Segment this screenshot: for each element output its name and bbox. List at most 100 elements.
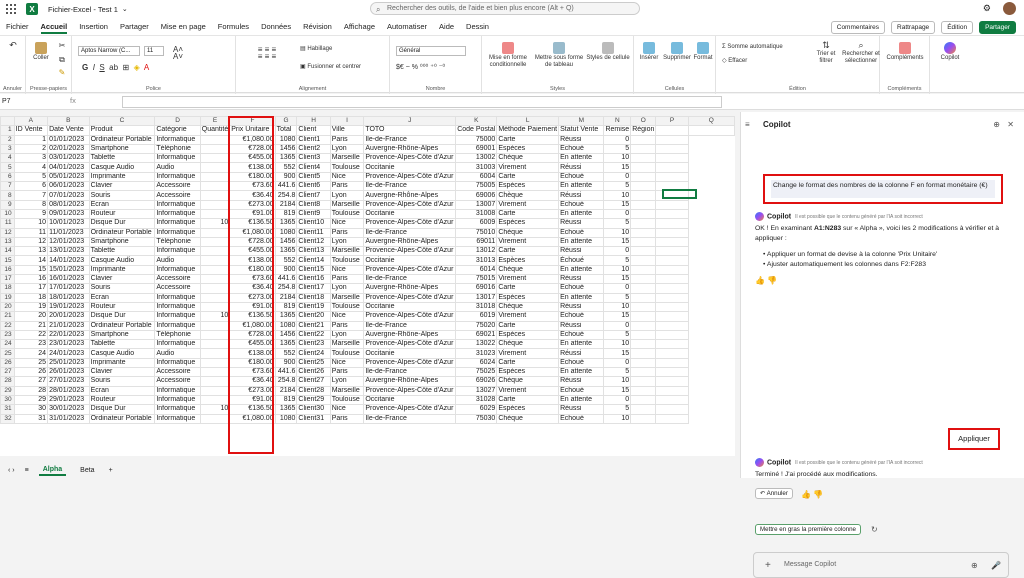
cell[interactable]: Provence-Alpes-Côte d'Azur [363,153,457,164]
cell[interactable]: Téléphonie [154,236,201,248]
cell[interactable]: 24/01/2023 [47,348,90,359]
cell[interactable]: 3 [13,153,49,164]
cell[interactable]: Ordinateur Portable [88,227,156,238]
cell[interactable]: Informatique [154,339,201,350]
cell[interactable]: 1365 [274,246,298,257]
cell[interactable] [655,246,689,257]
cell[interactable]: Chèque [496,190,560,201]
cell[interactable]: En attente [558,292,605,303]
cell[interactable]: Client15 [296,264,331,276]
cell[interactable]: Casque Audio [88,348,156,359]
tab-automatiser[interactable]: Automatiser [381,18,433,35]
cell[interactable]: Informatique [154,134,201,145]
cell[interactable]: Toulouse [329,394,365,406]
cell[interactable]: 10 [13,218,49,229]
cell[interactable]: 10 [603,190,632,201]
cell[interactable]: Échoué [558,413,605,424]
column-header[interactable]: B [47,116,90,127]
cell[interactable]: 6029 [455,404,498,415]
font-size-select[interactable]: 11 [144,46,164,56]
thumbs-down-icon[interactable]: 👎 [767,276,777,285]
cell[interactable]: 1456 [274,329,298,341]
cell[interactable]: 10 [603,339,632,350]
cell[interactable]: 2184 [274,385,298,396]
cell[interactable] [199,246,231,257]
cell[interactable]: Auvergne-Rhône-Alpes [363,283,457,294]
cell[interactable] [630,246,657,257]
cell[interactable]: Accessoire [154,376,201,387]
cell[interactable]: Client29 [296,394,331,406]
cell[interactable]: 69021 [455,329,498,341]
row-header[interactable]: 8 [0,190,15,201]
cell[interactable]: TOTO [363,125,457,136]
cell[interactable]: Client25 [296,357,331,369]
cell[interactable] [655,348,689,359]
cell[interactable] [199,255,231,266]
cell[interactable]: Réussi [558,134,605,145]
cell[interactable]: Réussi [558,301,605,313]
cell[interactable] [630,255,657,266]
row-header[interactable]: 4 [0,153,15,164]
cell[interactable]: 6009 [455,218,498,229]
cell[interactable] [199,376,231,387]
cell[interactable] [655,376,689,387]
cell[interactable]: Client13 [296,246,331,257]
cell[interactable]: Île-de-France [363,320,457,331]
cell[interactable]: 13002 [455,153,498,164]
cell[interactable]: Nice [329,218,365,229]
cell[interactable]: Virement [496,199,560,210]
row-header[interactable]: 14 [0,246,15,257]
cell[interactable]: Espèces [496,404,560,415]
cell[interactable]: 1365 [274,339,298,350]
cell[interactable] [655,208,689,220]
column-header[interactable]: M [558,116,605,127]
plus-icon[interactable]: + [765,560,771,571]
cell[interactable]: Client8 [296,199,331,210]
cell[interactable] [630,199,657,210]
cell[interactable]: Ordinateur Portable [88,320,156,331]
cell[interactable]: 13/01/2023 [47,246,90,257]
cell[interactable] [655,394,689,406]
cell[interactable]: Chèque [496,153,560,164]
cell[interactable]: 18/01/2023 [47,292,90,303]
cell[interactable]: Casque Audio [88,255,156,266]
format-painter-icon[interactable]: ✎ [56,69,68,77]
font-name-select[interactable]: Aptos Narrow (C... [78,46,140,56]
cell[interactable]: 04/01/2023 [47,162,90,173]
cell[interactable]: 254.8 [274,283,298,294]
row-header[interactable]: 9 [0,199,15,210]
name-box[interactable]: P7 [2,96,64,108]
cell[interactable]: Souris [88,283,156,294]
cell[interactable]: 18 [13,292,49,303]
cell[interactable]: 0 [603,208,632,220]
cell[interactable] [630,385,657,396]
cell[interactable]: 6019 [455,311,498,322]
cell[interactable]: 23 [13,339,49,350]
cell[interactable]: 12 [13,236,49,248]
cell[interactable]: Provence-Alpes-Côte d'Azur [363,246,457,257]
cell[interactable] [655,143,689,155]
cell[interactable] [199,292,231,303]
cell[interactable]: 8 [13,199,49,210]
cell[interactable]: Carte [496,394,560,406]
cell[interactable] [655,339,689,350]
cell[interactable]: Tablette [88,339,156,350]
column-header[interactable]: D [154,116,201,127]
find-select-button[interactable]: ⌕ Rechercher et sélectionner [842,41,880,65]
cell[interactable]: Réussi [558,404,605,415]
cell[interactable]: Espèces [496,366,560,378]
cell[interactable]: Accessoire [154,181,201,192]
cell[interactable] [655,320,689,331]
cell[interactable] [199,348,231,359]
column-header[interactable]: K [455,116,498,127]
cell[interactable]: 30/01/2023 [47,404,90,415]
cell[interactable]: 26/01/2023 [47,366,90,378]
cell[interactable]: Lyon [329,376,365,387]
row-header[interactable]: 11 [0,218,15,229]
cell[interactable] [630,218,657,229]
cell[interactable]: 2184 [274,292,298,303]
cell[interactable]: 0 [603,283,632,294]
tab-donnees[interactable]: Données [255,18,297,35]
cell[interactable]: En attente [558,153,605,164]
cell[interactable] [630,283,657,294]
